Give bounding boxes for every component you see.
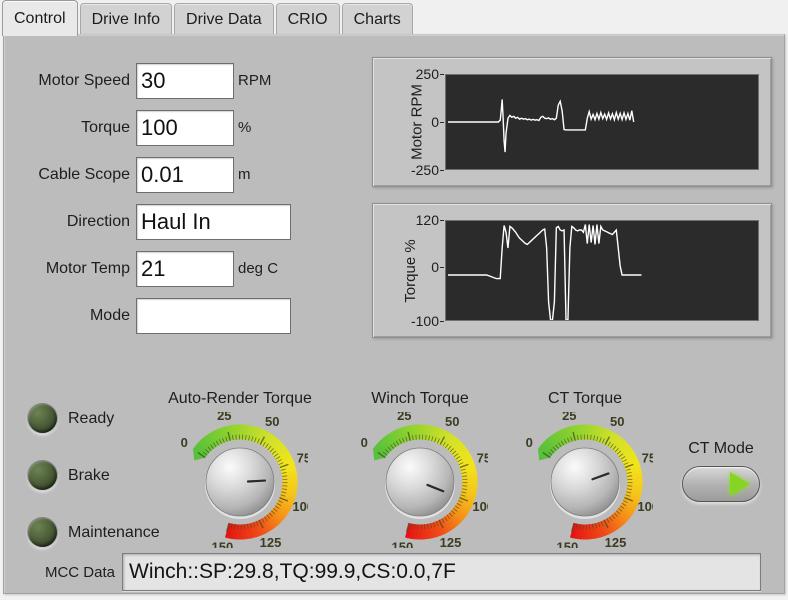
svg-text:125: 125 (605, 535, 627, 548)
tab-label: Drive Info (91, 11, 161, 28)
tab-charts[interactable]: Charts (341, 3, 413, 36)
mcc-data-value[interactable]: Winch::SP:29.8,TQ:99.9,CS:0.0,7F (122, 553, 761, 591)
tab-label: CRIO (287, 11, 328, 28)
svg-text:125: 125 (260, 535, 282, 548)
tab-control[interactable]: Control (2, 0, 78, 36)
cable-scope-label: Cable Scope (38, 165, 130, 183)
svg-text:50: 50 (265, 414, 279, 429)
gauge-winch-torque[interactable]: Winch Torque 0 25 50 75 100 125 150 (352, 390, 494, 555)
y-tick: 250 (415, 66, 445, 82)
status-indicators: Ready Brake Maintenance (28, 390, 160, 561)
parameter-form: Motor Speed 30 RPM Torque 100 % Cable Sc… (4, 57, 334, 339)
gauge-title: Winch Torque (371, 390, 469, 407)
tab-drive-info[interactable]: Drive Info (79, 3, 173, 36)
indicator-ready[interactable]: Ready (28, 390, 160, 447)
direction-input[interactable]: Haul In (136, 203, 291, 240)
gauge-title: CT Torque (547, 390, 623, 407)
tab-bar: Control Drive Info Drive Data CRIO Chart… (0, 0, 788, 36)
svg-text:0: 0 (361, 435, 368, 450)
svg-text:75: 75 (297, 451, 308, 466)
motor-speed-unit: RPM (238, 72, 272, 89)
svg-text:0: 0 (181, 435, 188, 450)
chart-torque-percent: Torque % 120 0 -100 (372, 203, 772, 338)
row-cable-scope: Cable Scope 0.01 m (4, 151, 334, 198)
motor-speed-input[interactable]: 30 (136, 62, 234, 99)
svg-text:50: 50 (610, 414, 624, 429)
direction-label: Direction (66, 212, 130, 230)
ct-mode-toggle[interactable] (682, 466, 760, 502)
tab-crio[interactable]: CRIO (275, 3, 340, 36)
svg-text:100: 100 (472, 499, 488, 514)
cable-scope-input[interactable]: 0.01 (136, 156, 234, 193)
gauge-ct-torque[interactable]: CT Torque 0 25 50 75 100 125 150 (517, 390, 659, 555)
indicator-label: Maintenance (68, 523, 160, 541)
svg-text:75: 75 (642, 451, 653, 466)
y-tick: -100 (410, 313, 445, 329)
svg-text:0: 0 (526, 435, 533, 450)
labview-control-panel: Control Drive Info Drive Data CRIO Chart… (0, 0, 788, 600)
mcc-data-row: MCC Data Winch::SP:29.8,TQ:99.9,CS:0.0,7… (4, 553, 761, 591)
svg-text:50: 50 (445, 414, 459, 429)
gauge-title: Auto-Render Torque (168, 390, 312, 407)
svg-text:25: 25 (397, 412, 411, 423)
y-tick: 120 (415, 212, 445, 228)
led-icon (28, 518, 57, 547)
ct-mode-control: CT Mode (682, 440, 760, 502)
gauge-dial[interactable]: 0 25 50 75 100 125 150 (352, 408, 494, 555)
play-arrow-icon (730, 472, 750, 496)
chart-motor-rpm: Motor RPM 250 0 -250 (372, 57, 772, 187)
row-direction: Direction Haul In (4, 198, 334, 245)
indicator-label: Ready (68, 409, 115, 427)
gauge-dial[interactable]: 0 25 50 75 100 125 150 (517, 408, 659, 555)
svg-text:100: 100 (637, 499, 653, 514)
mode-input[interactable] (136, 297, 291, 334)
chart-plot-area[interactable] (445, 74, 759, 170)
motor-temp-label: Motor Temp (45, 259, 130, 277)
svg-text:100: 100 (292, 499, 308, 514)
svg-text:25: 25 (562, 412, 576, 423)
gauge-auto-render-torque[interactable]: Auto-Render Torque 0 25 50 75 100 125 150 (168, 390, 314, 555)
motor-temp-input[interactable]: 21 (136, 250, 234, 287)
svg-text:125: 125 (440, 535, 462, 548)
ct-mode-label: CT Mode (688, 440, 754, 457)
indicator-label: Brake (68, 466, 110, 484)
svg-text:150: 150 (212, 540, 234, 548)
y-tick: 0 (431, 114, 444, 130)
torque-unit: % (238, 119, 252, 136)
torque-label: Torque (81, 118, 130, 136)
led-icon (28, 461, 57, 490)
svg-text:150: 150 (392, 540, 414, 548)
chart-y-ticks: 120 0 -100 (395, 212, 445, 329)
motor-speed-label: Motor Speed (38, 71, 130, 89)
svg-text:150: 150 (557, 540, 579, 548)
tab-label: Charts (353, 11, 401, 28)
row-mode: Mode (4, 292, 334, 339)
cable-scope-unit: m (238, 166, 251, 183)
mode-label: Mode (89, 306, 130, 324)
svg-text:25: 25 (217, 412, 231, 423)
tab-label: Control (14, 9, 66, 27)
control-panel-body: Motor Speed 30 RPM Torque 100 % Cable Sc… (3, 34, 785, 594)
row-motor-speed: Motor Speed 30 RPM (4, 57, 334, 104)
indicator-brake[interactable]: Brake (28, 447, 160, 504)
torque-input[interactable]: 100 (136, 109, 234, 146)
chart-plot-area[interactable] (445, 220, 759, 321)
row-motor-temp: Motor Temp 21 deg C (4, 245, 334, 292)
tab-drive-data[interactable]: Drive Data (174, 3, 274, 36)
tab-label: Drive Data (186, 11, 262, 28)
y-tick: 0 (431, 259, 444, 276)
gauge-dial[interactable]: 0 25 50 75 100 125 150 (172, 408, 314, 555)
chart-y-ticks: 250 0 -250 (395, 66, 445, 178)
led-icon (28, 404, 57, 433)
y-tick: -250 (410, 162, 445, 178)
motor-temp-unit: deg C (238, 260, 279, 277)
svg-text:75: 75 (477, 451, 488, 466)
row-torque: Torque 100 % (4, 104, 334, 151)
mcc-data-label: MCC Data (44, 563, 115, 581)
